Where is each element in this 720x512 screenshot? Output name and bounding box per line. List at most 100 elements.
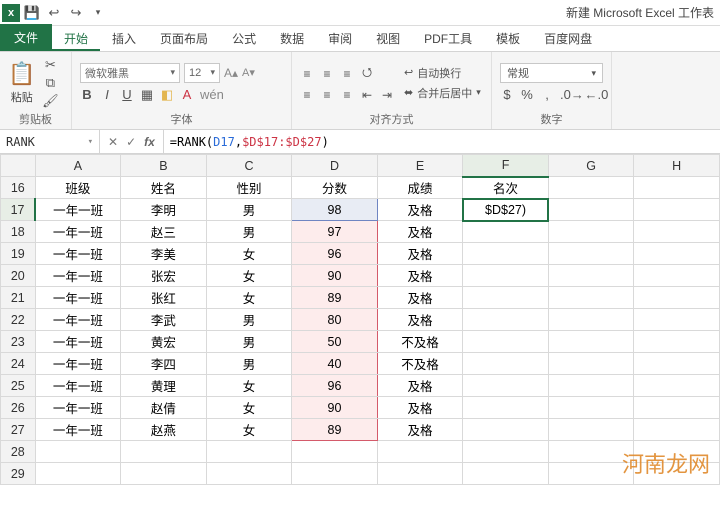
cell-E16[interactable]: 成绩 — [377, 177, 463, 199]
row-header-24[interactable]: 24 — [1, 353, 36, 375]
cell-B19[interactable]: 李美 — [121, 243, 207, 265]
cell-B22[interactable]: 李武 — [121, 309, 207, 331]
fx-icon[interactable]: fx — [144, 135, 155, 149]
merge-center-button[interactable]: ⬌ 合并后居中▾ — [404, 85, 481, 101]
col-header-E[interactable]: E — [377, 155, 463, 177]
decrease-font-icon[interactable]: A▾ — [242, 66, 255, 79]
tab-pdf[interactable]: PDF工具 — [412, 25, 484, 51]
cell-H26[interactable] — [634, 397, 720, 419]
cell-A25[interactable]: 一年一班 — [35, 375, 121, 397]
cell-E20[interactable]: 及格 — [377, 265, 463, 287]
cell-F18[interactable] — [463, 221, 549, 243]
col-header-D[interactable]: D — [292, 155, 378, 177]
col-header-A[interactable]: A — [35, 155, 121, 177]
tab-insert[interactable]: 插入 — [100, 25, 148, 51]
cell-D21[interactable]: 89 — [292, 287, 378, 309]
number-format-select[interactable]: 常规▾ — [500, 63, 603, 83]
cell-A21[interactable]: 一年一班 — [35, 287, 121, 309]
cell-B27[interactable]: 赵燕 — [121, 419, 207, 441]
indent-increase-icon[interactable]: ⇥ — [380, 88, 394, 102]
cell-F23[interactable] — [463, 331, 549, 353]
col-header-F[interactable]: F — [463, 155, 549, 177]
align-center-icon[interactable]: ≡ — [320, 88, 334, 102]
fill-color-icon[interactable]: ◧ — [160, 87, 174, 103]
format-painter-icon[interactable]: 🖌 — [41, 93, 59, 109]
cell-H19[interactable] — [634, 243, 720, 265]
cell-D24[interactable]: 40 — [292, 353, 378, 375]
cell-G24[interactable] — [548, 353, 634, 375]
cell-D18[interactable]: 97 — [292, 221, 378, 243]
italic-button[interactable]: I — [100, 87, 114, 102]
font-size-select[interactable]: 12▾ — [184, 63, 220, 83]
undo-icon[interactable]: ↩ — [44, 3, 64, 23]
cell-E22[interactable]: 及格 — [377, 309, 463, 331]
cell-B28[interactable] — [121, 441, 207, 463]
cell-B18[interactable]: 赵三 — [121, 221, 207, 243]
cell-A22[interactable]: 一年一班 — [35, 309, 121, 331]
cell-G29[interactable] — [548, 463, 634, 485]
cell-A16[interactable]: 班级 — [35, 177, 121, 199]
cell-E23[interactable]: 不及格 — [377, 331, 463, 353]
cell-E24[interactable]: 不及格 — [377, 353, 463, 375]
decrease-decimal-icon[interactable]: ←.0 — [585, 87, 604, 102]
col-header-G[interactable]: G — [548, 155, 634, 177]
cell-C24[interactable]: 男 — [206, 353, 292, 375]
cell-C29[interactable] — [206, 463, 292, 485]
cell-C25[interactable]: 女 — [206, 375, 292, 397]
cell-F24[interactable] — [463, 353, 549, 375]
cell-H28[interactable] — [634, 441, 720, 463]
enter-formula-icon[interactable]: ✓ — [126, 135, 136, 149]
cell-G17[interactable] — [548, 199, 634, 221]
row-header-28[interactable]: 28 — [1, 441, 36, 463]
orientation-icon[interactable]: ⭯ — [360, 63, 374, 84]
tab-layout[interactable]: 页面布局 — [148, 25, 220, 51]
cell-F25[interactable] — [463, 375, 549, 397]
namebox-dropdown-icon[interactable]: ▾ — [88, 137, 93, 147]
align-middle-icon[interactable]: ≡ — [320, 67, 334, 81]
cell-F19[interactable] — [463, 243, 549, 265]
cell-D27[interactable]: 89 — [292, 419, 378, 441]
row-header-23[interactable]: 23 — [1, 331, 36, 353]
cell-G27[interactable] — [548, 419, 634, 441]
cell-C21[interactable]: 女 — [206, 287, 292, 309]
row-header-22[interactable]: 22 — [1, 309, 36, 331]
cell-F27[interactable] — [463, 419, 549, 441]
formula-bar[interactable]: =RANK(D17,$D$17:$D$27) — [164, 130, 720, 153]
col-header-B[interactable]: B — [121, 155, 207, 177]
tab-template[interactable]: 模板 — [484, 25, 532, 51]
cell-D22[interactable]: 80 — [292, 309, 378, 331]
align-left-icon[interactable]: ≡ — [300, 88, 314, 102]
cell-H18[interactable] — [634, 221, 720, 243]
border-icon[interactable]: ▦ — [140, 87, 154, 103]
cell-D26[interactable]: 90 — [292, 397, 378, 419]
cell-C28[interactable] — [206, 441, 292, 463]
cell-E26[interactable]: 及格 — [377, 397, 463, 419]
cell-D20[interactable]: 90 — [292, 265, 378, 287]
row-header-29[interactable]: 29 — [1, 463, 36, 485]
underline-button[interactable]: U — [120, 87, 134, 102]
cell-G16[interactable] — [548, 177, 634, 199]
row-header-25[interactable]: 25 — [1, 375, 36, 397]
cell-H21[interactable] — [634, 287, 720, 309]
cell-B16[interactable]: 姓名 — [121, 177, 207, 199]
cell-B25[interactable]: 黄理 — [121, 375, 207, 397]
row-header-18[interactable]: 18 — [1, 221, 36, 243]
tab-review[interactable]: 审阅 — [316, 25, 364, 51]
redo-icon[interactable]: ↪ — [66, 3, 86, 23]
excel-icon[interactable]: x — [2, 4, 20, 22]
cell-A18[interactable]: 一年一班 — [35, 221, 121, 243]
cell-B23[interactable]: 黄宏 — [121, 331, 207, 353]
qat-dropdown-icon[interactable]: ▾ — [88, 3, 108, 23]
cell-F21[interactable] — [463, 287, 549, 309]
cell-B26[interactable]: 赵倩 — [121, 397, 207, 419]
grid[interactable]: A B C D E F G H 16 班级 姓名 性别 分数 成绩 名次 17一… — [0, 154, 720, 485]
cell-H29[interactable] — [634, 463, 720, 485]
align-bottom-icon[interactable]: ≡ — [340, 67, 354, 81]
cell-C18[interactable]: 男 — [206, 221, 292, 243]
tab-home[interactable]: 开始 — [52, 25, 100, 51]
cell-E17[interactable]: 及格 — [377, 199, 463, 221]
row-header-16[interactable]: 16 — [1, 177, 36, 199]
cut-icon[interactable]: ✂ — [41, 57, 59, 73]
cell-A28[interactable] — [35, 441, 121, 463]
cell-B21[interactable]: 张红 — [121, 287, 207, 309]
